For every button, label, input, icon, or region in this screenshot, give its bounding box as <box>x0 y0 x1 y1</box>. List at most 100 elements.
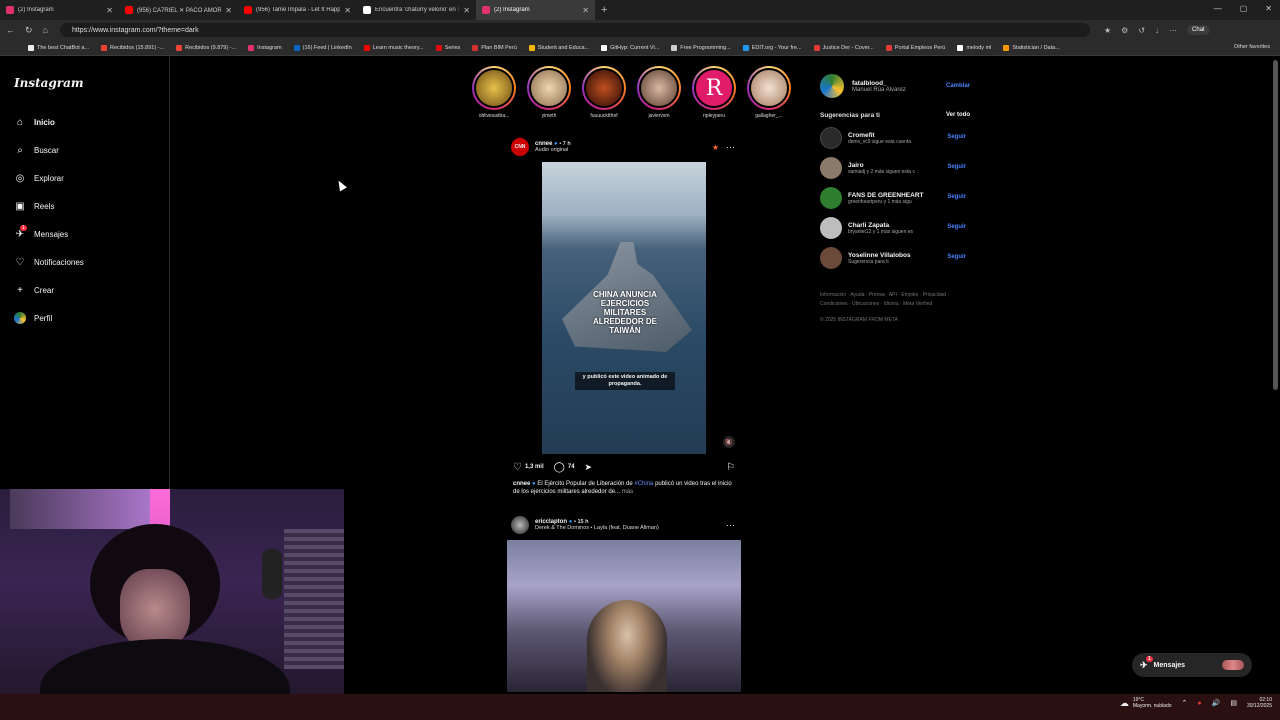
suggestion-avatar[interactable] <box>820 247 842 269</box>
story-item[interactable]: yimeth <box>525 66 573 119</box>
volume-icon[interactable]: 🔊 <box>1212 699 1221 707</box>
bookmark-item[interactable]: Instagram <box>248 44 282 51</box>
comment-button[interactable]: ◯ 74 <box>554 462 575 473</box>
follow-button[interactable]: Seguir <box>947 164 966 170</box>
chat-button[interactable]: Chat <box>1187 25 1210 35</box>
more-options-icon[interactable]: ⋯ <box>726 520 735 531</box>
post-audio[interactable]: Derek & The Dominos • Layla (feat. Duane… <box>535 525 659 531</box>
search-icon: ⌕ <box>17 144 23 156</box>
more-options-icon[interactable]: ⋯ <box>726 142 735 153</box>
bookmark-item[interactable]: Recibidos (15.891) -... <box>100 44 164 51</box>
follow-button[interactable]: Seguir <box>947 134 966 140</box>
chevron-up-icon[interactable]: ⌃ <box>1182 699 1188 707</box>
sidebar-item-crear[interactable]: + Crear <box>14 284 54 296</box>
footer-links[interactable]: Información · Ayuda · Prensa · API · Emp… <box>820 291 955 309</box>
url-input[interactable]: https://www.instagram.com/?theme=dark <box>60 23 1090 37</box>
story-item[interactable]: Rripleyperu <box>690 66 738 119</box>
maximize-icon[interactable]: ▢ <box>1240 4 1248 13</box>
instagram-logo[interactable]: Instagram <box>14 76 84 90</box>
clock[interactable]: 02:10 30/12/2025 <box>1247 697 1272 709</box>
bookmark-item[interactable]: Student and Educa... <box>528 44 589 51</box>
close-window-icon[interactable]: ✕ <box>1265 4 1272 13</box>
close-tab-icon[interactable]: ✕ <box>106 6 113 15</box>
other-favorites[interactable]: Other favorites <box>1234 44 1270 50</box>
star-icon[interactable]: ★ <box>1104 26 1111 35</box>
user-avatar[interactable] <box>511 516 529 534</box>
page-scrollbar[interactable] <box>1273 60 1278 390</box>
bookmark-item[interactable]: Series <box>435 44 460 51</box>
gmail-icon <box>100 44 107 51</box>
bookmark-item[interactable]: Justice Der - Cover... <box>813 44 874 51</box>
close-tab-icon[interactable]: ✕ <box>463 6 470 15</box>
save-button[interactable]: ⚐ <box>726 462 735 473</box>
browser-tab[interactable]: (956) Tame Impala - Let It Happen ✕ <box>238 0 357 20</box>
post-video[interactable] <box>507 540 741 692</box>
bookmark-item[interactable]: melody ml <box>957 44 991 51</box>
bookmark-item[interactable]: GitHyp: Current Vi... <box>601 44 659 51</box>
story-item[interactable]: javiervsm <box>635 66 683 119</box>
history-icon[interactable]: ↺ <box>1138 26 1145 35</box>
minimize-icon[interactable]: — <box>1214 4 1222 13</box>
microphone-icon[interactable]: ● <box>1197 700 1201 707</box>
bookmark-item[interactable]: Learn music theory... <box>363 44 424 51</box>
home-browser-icon[interactable]: ⌂ <box>43 25 48 36</box>
sidebar-item-explorar[interactable]: ◎ Explorar <box>14 172 64 184</box>
post-video[interactable]: CHINA ANUNCIA EJERCICIOS MILITARES ALRED… <box>507 162 741 454</box>
network-icon[interactable]: ▤ <box>1230 699 1237 707</box>
suggestion-avatar[interactable] <box>820 157 842 179</box>
extensions-icon[interactable]: ⚙ <box>1121 26 1128 35</box>
browser-tab[interactable]: (2) Instagram ✕ <box>0 0 119 20</box>
bookmark-item[interactable]: (16) Feed | LinkedIn <box>293 44 352 51</box>
sidebar-item-reels[interactable]: ▣ Reels <box>14 200 54 212</box>
suggestion-avatar[interactable] <box>820 217 842 239</box>
post-audio[interactable]: Audio original <box>535 147 571 153</box>
bookmark-item[interactable]: Recibidos (9.879) -... <box>176 44 236 51</box>
menu-icon[interactable]: ⋯ <box>1169 26 1177 35</box>
mute-icon[interactable]: 🔇 <box>723 436 735 448</box>
reload-icon[interactable]: ↻ <box>25 25 33 36</box>
messages-floating-button[interactable]: ✈ 1 Mensajes <box>1132 653 1252 677</box>
browser-tab[interactable]: Encuentra 'chaturry velorio' en Tik ✕ <box>357 0 476 20</box>
weather-widget[interactable]: ☁ 19°C Mayorm. nublado <box>1120 697 1172 709</box>
sidebar-item-notificaciones[interactable]: ♡ Notificaciones <box>14 256 84 268</box>
browser-tab[interactable]: (956) CA7RIEL ✕ PACO AMOROSO✕ <box>119 0 238 20</box>
story-item[interactable]: gallagher_... <box>745 66 793 119</box>
current-username[interactable]: fatalblood_ <box>852 80 938 87</box>
bookmark-item[interactable]: Free Programming... <box>671 44 731 51</box>
story-item[interactable]: fuuuucktthef <box>580 66 628 119</box>
current-user-avatar[interactable] <box>820 74 844 98</box>
switch-account-link[interactable]: Cambiar <box>946 83 970 89</box>
suggestion-avatar[interactable] <box>820 187 842 209</box>
sidebar-item-inicio[interactable]: ⌂ Inicio <box>14 116 55 128</box>
follow-button[interactable]: Seguir <box>947 194 966 200</box>
story-avatar <box>529 68 569 108</box>
caption-more-link[interactable]: más <box>622 489 633 495</box>
suggestion-avatar[interactable] <box>820 127 842 149</box>
like-button[interactable]: ♡ 1,3 mil <box>513 462 544 473</box>
copyright: © 2025 INSTAGRAM FROM META <box>820 317 898 323</box>
back-icon[interactable]: ← <box>6 25 15 36</box>
avatar-icon <box>14 312 26 324</box>
follow-button[interactable]: Seguir <box>947 224 966 230</box>
close-tab-icon[interactable]: ✕ <box>344 6 351 15</box>
cnn-avatar[interactable]: CNN <box>511 138 529 156</box>
close-tab-icon[interactable]: ✕ <box>225 6 232 15</box>
sidebar-item-perfil[interactable]: Perfil <box>14 312 52 324</box>
bookmark-item[interactable]: The best ChatBot a... <box>28 44 89 51</box>
close-tab-icon[interactable]: ✕ <box>582 6 589 15</box>
new-tab-icon[interactable]: + <box>601 4 607 16</box>
story-item[interactable]: oblivioustba... <box>470 66 518 119</box>
browser-tab-active[interactable]: (2) Instagram ✕ <box>476 0 595 20</box>
bookmark-item[interactable]: Statistician / Data... <box>1003 44 1060 51</box>
follow-button[interactable]: Seguir <box>947 254 966 260</box>
bookmark-item[interactable]: Portal Empleos Perú <box>885 44 945 51</box>
sidebar-item-buscar[interactable]: ⌕ Buscar <box>14 144 59 156</box>
see-all-link[interactable]: Ver todo <box>946 112 970 119</box>
bookmark-item[interactable]: EDIT.org - Your fre... <box>742 44 802 51</box>
hashtag-link[interactable]: #China <box>634 481 653 487</box>
sidebar-item-mensajes[interactable]: ✈ 1 Mensajes <box>14 225 68 240</box>
share-button[interactable]: ➤ <box>585 462 593 473</box>
bookmark-icon <box>885 44 892 51</box>
download-icon[interactable]: ↓ <box>1155 26 1159 35</box>
bookmark-item[interactable]: Plan BIM Perú <box>472 44 517 51</box>
